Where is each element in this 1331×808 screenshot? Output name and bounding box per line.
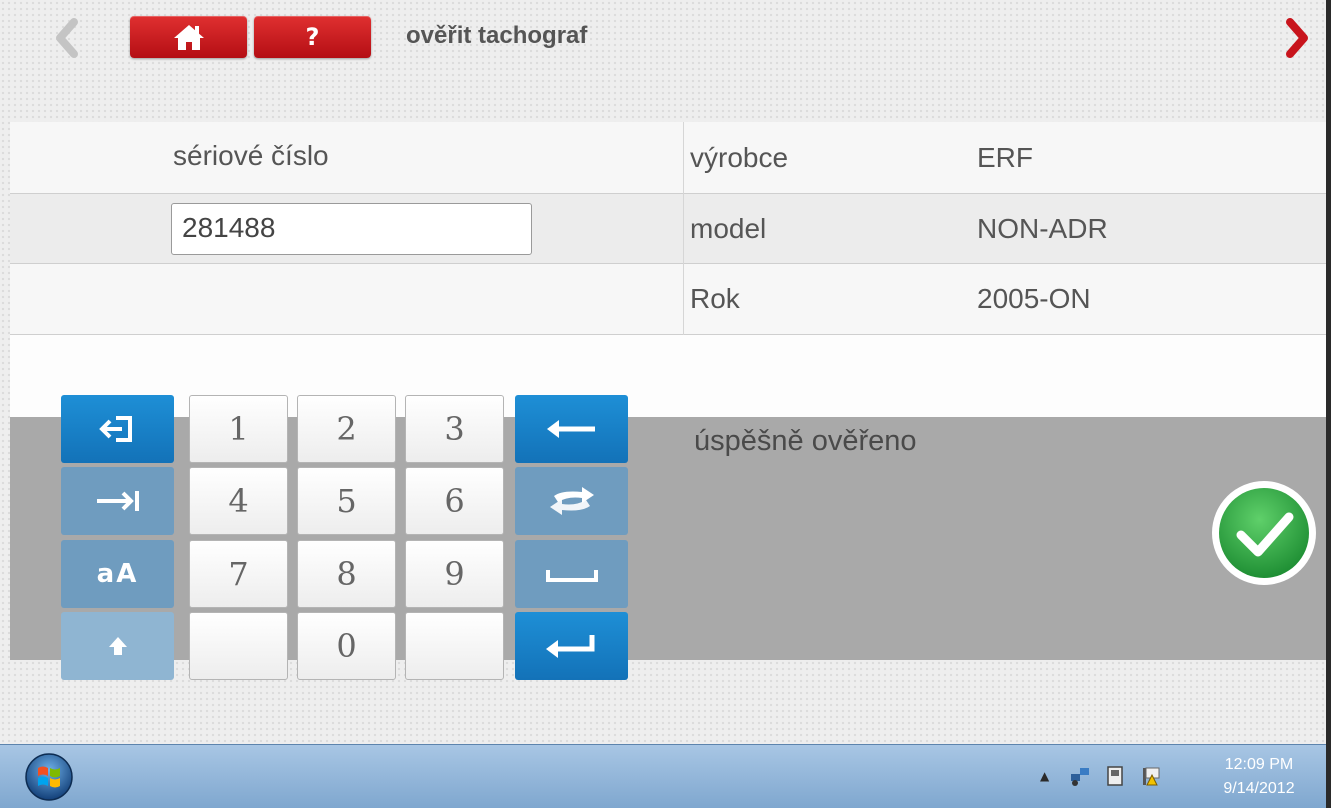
- digit-key[interactable]: 1: [189, 395, 288, 463]
- space-icon: [545, 570, 598, 582]
- home-icon: [173, 25, 204, 50]
- blank-key[interactable]: [189, 612, 288, 680]
- tray-expand-icon[interactable]: ▲: [1040, 769, 1049, 783]
- info-row-manufacturer: výrobce ERF: [684, 122, 1326, 194]
- serial-label: sériové číslo: [173, 140, 329, 171]
- exit-icon: [98, 416, 132, 442]
- check-circle-icon: [1209, 478, 1319, 588]
- info-row-model: model NON-ADR: [684, 194, 1326, 264]
- info-label: model: [690, 212, 767, 244]
- chevron-left-icon: [56, 18, 78, 58]
- next-button[interactable]: [1282, 18, 1312, 58]
- exit-key[interactable]: [61, 395, 174, 463]
- swap-key[interactable]: [515, 467, 628, 535]
- clock-date: 9/14/2012: [1223, 780, 1295, 797]
- serial-panel: sériové číslo 281488: [10, 122, 683, 335]
- help-button[interactable]: ?: [254, 16, 371, 58]
- info-row-year: Rok 2005-ON: [684, 264, 1326, 335]
- space-key[interactable]: [515, 540, 628, 608]
- taskbar-clock[interactable]: 12:09 PM 9/14/2012: [1204, 753, 1314, 801]
- help-label: ?: [305, 23, 320, 51]
- backspace-icon: [546, 420, 595, 438]
- blank-key[interactable]: [405, 612, 504, 680]
- swap-icon: [549, 487, 594, 515]
- page-title: ověřit tachograf: [406, 22, 588, 49]
- taskbar: ▲ 12:09 PM 9/14/2012: [0, 744, 1326, 808]
- shift-icon: [108, 637, 127, 655]
- digit-key[interactable]: 0: [297, 612, 396, 680]
- chevron-right-icon: [1286, 18, 1308, 58]
- home-button[interactable]: [130, 16, 247, 58]
- info-value: NON-ADR: [977, 212, 1108, 244]
- tab-key[interactable]: [61, 467, 174, 535]
- digit-key[interactable]: 8: [297, 540, 396, 608]
- start-button[interactable]: [24, 752, 74, 802]
- flag-icon[interactable]: [1140, 765, 1162, 787]
- digit-key[interactable]: 7: [189, 540, 288, 608]
- windows-logo-icon: [25, 753, 73, 801]
- backspace-key[interactable]: [515, 395, 628, 463]
- digit-key[interactable]: 2: [297, 395, 396, 463]
- enter-icon: [545, 635, 594, 658]
- back-button[interactable]: [52, 18, 82, 58]
- case-key[interactable]: aA: [61, 540, 174, 608]
- serial-input-row: 281488: [10, 194, 683, 264]
- shift-key[interactable]: [61, 612, 174, 680]
- header: ? ověřit tachograf: [0, 0, 1326, 110]
- network-icon[interactable]: [1069, 765, 1091, 787]
- digit-key[interactable]: 9: [405, 540, 504, 608]
- info-label: výrobce: [690, 141, 789, 173]
- status-message: úspěšně ověřeno: [694, 425, 917, 457]
- card-icon[interactable]: [1104, 765, 1126, 787]
- digit-key[interactable]: 5: [297, 467, 396, 535]
- serial-label-row: sériové číslo: [10, 122, 683, 194]
- info-value: 2005-ON: [977, 283, 1091, 314]
- tab-icon: [96, 491, 139, 511]
- serial-input[interactable]: 281488: [171, 203, 532, 255]
- empty-row: [10, 264, 683, 335]
- enter-key[interactable]: [515, 612, 628, 680]
- window-edge: [1326, 0, 1331, 808]
- vehicle-info-panel: výrobce ERF model NON-ADR Rok 2005-ON: [684, 122, 1326, 335]
- case-toggle-label: aA: [96, 559, 139, 589]
- digit-key[interactable]: 4: [189, 467, 288, 535]
- digit-key[interactable]: 3: [405, 395, 504, 463]
- info-label: Rok: [690, 283, 740, 314]
- info-value: ERF: [977, 141, 1033, 173]
- digit-key[interactable]: 6: [405, 467, 504, 535]
- clock-time: 12:09 PM: [1224, 756, 1294, 773]
